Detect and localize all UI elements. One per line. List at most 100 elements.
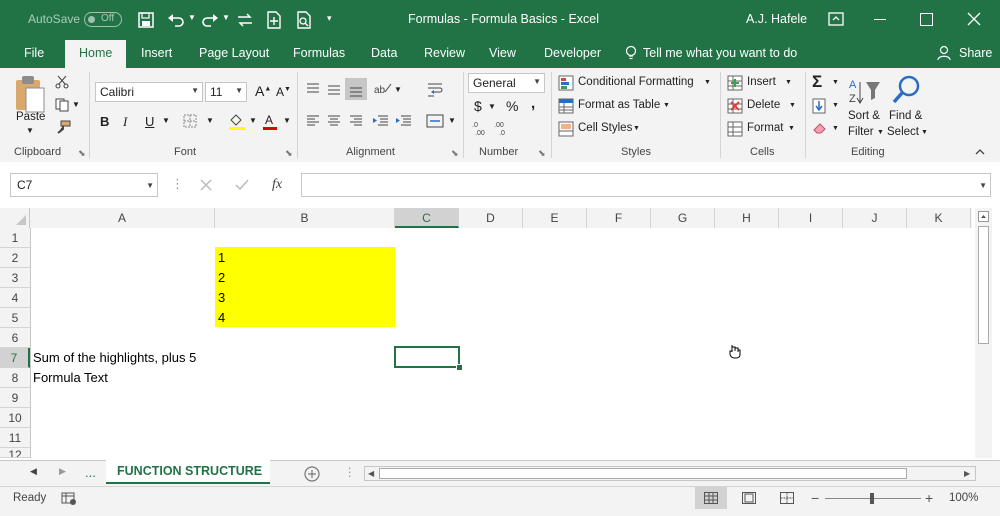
insert-cells-button[interactable]: Insert [747, 76, 776, 88]
tab-page-layout[interactable]: Page Layout [199, 46, 269, 60]
tab-file[interactable]: File [24, 46, 44, 60]
increase-font-icon[interactable]: A▲ [255, 83, 271, 99]
autosave-toggle[interactable]: Off [84, 12, 122, 27]
user-name[interactable]: A.J. Hafele [746, 12, 807, 26]
macro-recording-icon[interactable] [61, 492, 77, 506]
sort-filter-dropdown-icon[interactable]: ▼ [877, 129, 884, 136]
merge-center-icon[interactable] [426, 114, 444, 128]
copy-dropdown-icon[interactable]: ▼ [72, 100, 80, 109]
align-middle-icon[interactable] [326, 82, 342, 96]
align-right-icon[interactable] [348, 114, 364, 128]
align-top-icon[interactable] [305, 82, 321, 96]
row-header[interactable]: 1 [0, 228, 30, 248]
row-header[interactable]: 7 [0, 348, 30, 368]
scroll-sheets-left-icon[interactable]: ◀ [30, 466, 37, 477]
copy-icon[interactable] [55, 98, 71, 112]
delete-cells-button[interactable]: Delete [747, 99, 780, 111]
redo-icon[interactable] [201, 12, 219, 28]
zoom-slider[interactable] [825, 493, 921, 504]
refresh-all-icon[interactable] [236, 12, 254, 28]
increase-indent-icon[interactable] [395, 114, 413, 128]
minimize-icon[interactable] [874, 19, 886, 20]
column-header-i[interactable]: I [779, 208, 843, 228]
formula-input[interactable]: ▼ [301, 173, 991, 197]
column-header-j[interactable]: J [843, 208, 907, 228]
column-header-c[interactable]: C [395, 208, 459, 228]
worksheet-grid[interactable]: 1 2 3 4 Sum of the highlights, plus 5 Fo… [31, 228, 972, 458]
wrap-text-icon[interactable] [426, 82, 444, 98]
paste-dropdown-icon[interactable]: ▼ [26, 126, 34, 135]
comma-button[interactable]: , [531, 95, 535, 112]
row-header[interactable]: 8 [0, 368, 30, 388]
align-left-icon[interactable] [305, 114, 321, 128]
cell-b4[interactable]: 3 [218, 288, 225, 308]
print-preview-icon[interactable] [296, 11, 312, 29]
paste-icon[interactable] [14, 74, 46, 114]
row-header[interactable]: 6 [0, 328, 30, 348]
tab-review[interactable]: Review [424, 46, 465, 60]
fill-down-icon[interactable] [812, 98, 826, 114]
ribbon-display-options-icon[interactable] [828, 12, 844, 26]
format-cells-dropdown-icon[interactable]: ▼ [788, 125, 795, 132]
align-center-icon[interactable] [326, 114, 342, 128]
column-header-e[interactable]: E [523, 208, 587, 228]
font-color-dropdown-icon[interactable]: ▼ [283, 116, 291, 125]
sort-filter-label-2[interactable]: Filter [848, 126, 874, 138]
increase-decimal-icon[interactable]: .0.00 [471, 120, 489, 136]
format-painter-icon[interactable] [55, 120, 71, 134]
insert-cells-dropdown-icon[interactable]: ▼ [785, 79, 792, 86]
currency-dropdown-icon[interactable]: ▼ [488, 102, 496, 111]
column-header-k[interactable]: K [907, 208, 971, 228]
format-as-table-dropdown-icon[interactable]: ▼ [663, 102, 670, 109]
tab-developer[interactable]: Developer [544, 46, 601, 60]
tab-view[interactable]: View [489, 46, 516, 60]
italic-button[interactable]: I [123, 114, 127, 130]
zoom-slider-thumb[interactable] [870, 493, 874, 504]
horizontal-scrollbar[interactable]: ◀ ▶ [364, 466, 976, 481]
undo-dropdown-icon[interactable]: ▼ [188, 13, 196, 22]
active-cell-c7[interactable] [394, 346, 460, 368]
sort-filter-label-1[interactable]: Sort & [848, 110, 880, 122]
page-break-view-icon[interactable] [780, 492, 794, 504]
fill-color-icon[interactable] [228, 112, 246, 130]
format-cells-button[interactable]: Format [747, 122, 783, 134]
cell-styles-button[interactable]: Cell Styles [578, 122, 632, 134]
horizontal-scroll-thumb[interactable] [379, 468, 907, 479]
orientation-icon[interactable]: ab [374, 80, 392, 96]
customize-toolbar-icon[interactable]: ▾ [327, 13, 332, 24]
row-header[interactable]: 4 [0, 288, 30, 308]
column-header-f[interactable]: F [587, 208, 651, 228]
select-all-corner[interactable] [0, 208, 30, 228]
scroll-left-icon[interactable]: ◀ [368, 469, 374, 478]
find-select-dropdown-icon[interactable]: ▼ [921, 129, 928, 136]
splitter-icon[interactable]: ⋮ [344, 465, 356, 479]
tab-data[interactable]: Data [371, 46, 397, 60]
paste-label[interactable]: Paste [16, 111, 45, 123]
underline-button[interactable]: U [145, 114, 154, 129]
zoom-out-button[interactable]: − [811, 490, 819, 506]
vertical-scroll-thumb[interactable] [978, 226, 989, 344]
decrease-decimal-icon[interactable]: .00.0 [493, 120, 511, 136]
collapse-ribbon-icon[interactable] [975, 148, 985, 156]
column-header-h[interactable]: H [715, 208, 779, 228]
fill-handle[interactable] [456, 364, 463, 371]
cell-a8[interactable]: Formula Text [33, 368, 108, 388]
name-box[interactable]: C7 ▼ [10, 173, 158, 197]
font-launcher-icon[interactable]: ⬊ [285, 148, 293, 159]
fill-dropdown-icon[interactable]: ▼ [832, 102, 839, 109]
merge-dropdown-icon[interactable]: ▼ [448, 116, 456, 125]
page-layout-view-icon[interactable] [742, 492, 756, 504]
clear-dropdown-icon[interactable]: ▼ [832, 125, 839, 132]
alignment-launcher-icon[interactable]: ⬊ [451, 148, 459, 159]
redo-dropdown-icon[interactable]: ▼ [222, 13, 230, 22]
confirm-entry-icon[interactable] [234, 178, 250, 192]
fill-color-dropdown-icon[interactable]: ▼ [249, 116, 257, 125]
cell-a7[interactable]: Sum of the highlights, plus 5 [33, 348, 196, 368]
more-sheets-button[interactable]: ... [85, 465, 96, 480]
conditional-formatting-button[interactable]: Conditional Formatting [578, 76, 694, 88]
font-color-icon[interactable]: A [262, 112, 278, 130]
find-select-label-2[interactable]: Select [887, 126, 919, 138]
undo-icon[interactable] [167, 12, 185, 28]
tab-insert[interactable]: Insert [141, 46, 172, 60]
insert-function-icon[interactable]: fx [272, 177, 282, 193]
